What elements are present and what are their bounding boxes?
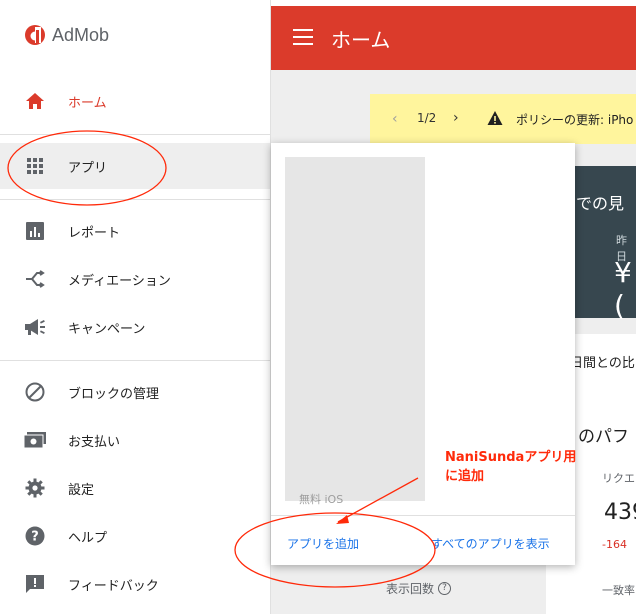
impressions-label: 表示回数 [386, 582, 435, 596]
sidebar-item-label: アプリ [68, 160, 108, 176]
top-app-bar: ホーム [271, 6, 636, 70]
app-list-placeholder [285, 157, 425, 501]
performance-title: のパフ [578, 427, 629, 447]
earnings-value: ¥( [614, 256, 632, 322]
sidebar-item-campaigns[interactable]: キャンペーン [0, 304, 270, 350]
sidebar-item-label: 設定 [68, 482, 95, 498]
banner-text[interactable]: ポリシーの更新: iPho [516, 111, 633, 128]
requests-value: 439 [604, 500, 636, 525]
help-circle-icon[interactable]: ? [438, 582, 452, 595]
megaphone-icon [24, 316, 46, 338]
payments-icon [24, 429, 46, 451]
sidebar-divider [0, 134, 270, 135]
sidebar-item-label: ブロックの管理 [68, 386, 160, 402]
sidebar-item-payments[interactable]: お支払い [0, 417, 270, 463]
sidebar-item-label: ヘルプ [68, 530, 108, 546]
feedback-icon [24, 573, 46, 595]
match-rate-label: 一致率 [602, 584, 635, 597]
add-app-link[interactable]: アプリを追加 [287, 535, 359, 552]
svg-text:?: ? [31, 530, 39, 545]
sidebar-item-label: レポート [68, 225, 121, 241]
banner-page-count: 1/2 [417, 111, 437, 125]
annotation-line-2: に追加 [445, 469, 485, 484]
apps-dropdown-panel: 無料 iOS アプリを追加 すべてのアプリを表示 [271, 143, 575, 565]
logo-text: AdMob [52, 24, 110, 45]
sidebar-item-label: お支払い [68, 434, 121, 450]
page-title: ホーム [331, 28, 391, 52]
sidebar-item-block-management[interactable]: ブロックの管理 [0, 369, 270, 415]
admob-logo-icon [25, 25, 45, 45]
sidebar-item-settings[interactable]: 設定 [0, 465, 270, 511]
comparison-label: 日間との比 [570, 356, 635, 371]
sidebar-item-home[interactable]: ホーム [0, 78, 270, 124]
sidebar-divider [0, 199, 270, 200]
sidebar-item-feedback[interactable]: フィードバック [0, 561, 270, 607]
requests-delta: -164 [602, 538, 627, 551]
policy-banner: ‹ 1/2 › ポリシーの更新: iPho [370, 94, 636, 144]
annotation-text: NaniSundaアプリ用 に追加 [445, 448, 576, 486]
apps-grid-icon [24, 155, 46, 177]
gear-icon [24, 477, 46, 499]
block-icon [24, 381, 46, 403]
hamburger-menu-icon[interactable] [293, 29, 313, 45]
chevron-right-icon[interactable]: › [453, 110, 459, 126]
view-all-apps-link[interactable]: すべてのアプリを表示 [431, 535, 550, 552]
sidebar-item-apps[interactable]: アプリ [0, 143, 270, 189]
sidebar-item-label: フィードバック [68, 578, 159, 594]
admob-logo[interactable]: AdMob [24, 24, 109, 46]
sidebar-item-help[interactable]: ? ヘルプ [0, 513, 270, 559]
sidebar-item-reports[interactable]: レポート [0, 208, 270, 254]
sidebar-item-label: キャンペーン [68, 321, 146, 337]
sidebar-item-mediation[interactable]: メディエーション [0, 256, 270, 302]
requests-label: リクエ [602, 472, 635, 485]
sidebar-item-label: ホーム [68, 95, 107, 111]
bar-chart-icon [24, 220, 46, 242]
impressions-metric: 表示回数 ? [386, 580, 452, 597]
sidebar: AdMob ホーム アプリ レポート メディエーション キャンペーン ブロックの… [0, 0, 271, 614]
sidebar-item-label: メディエーション [68, 273, 171, 289]
mediation-icon [24, 268, 46, 290]
home-icon [24, 90, 46, 112]
annotation-line-1: NaniSundaアプリ用 [445, 450, 577, 465]
warning-icon [487, 111, 503, 125]
help-icon: ? [24, 525, 46, 547]
earnings-title: での見 [576, 194, 625, 213]
sidebar-divider [0, 360, 270, 361]
popup-divider [271, 515, 575, 516]
app-list-item-text[interactable]: 無料 iOS [299, 491, 343, 507]
chevron-left-icon[interactable]: ‹ [392, 111, 398, 127]
